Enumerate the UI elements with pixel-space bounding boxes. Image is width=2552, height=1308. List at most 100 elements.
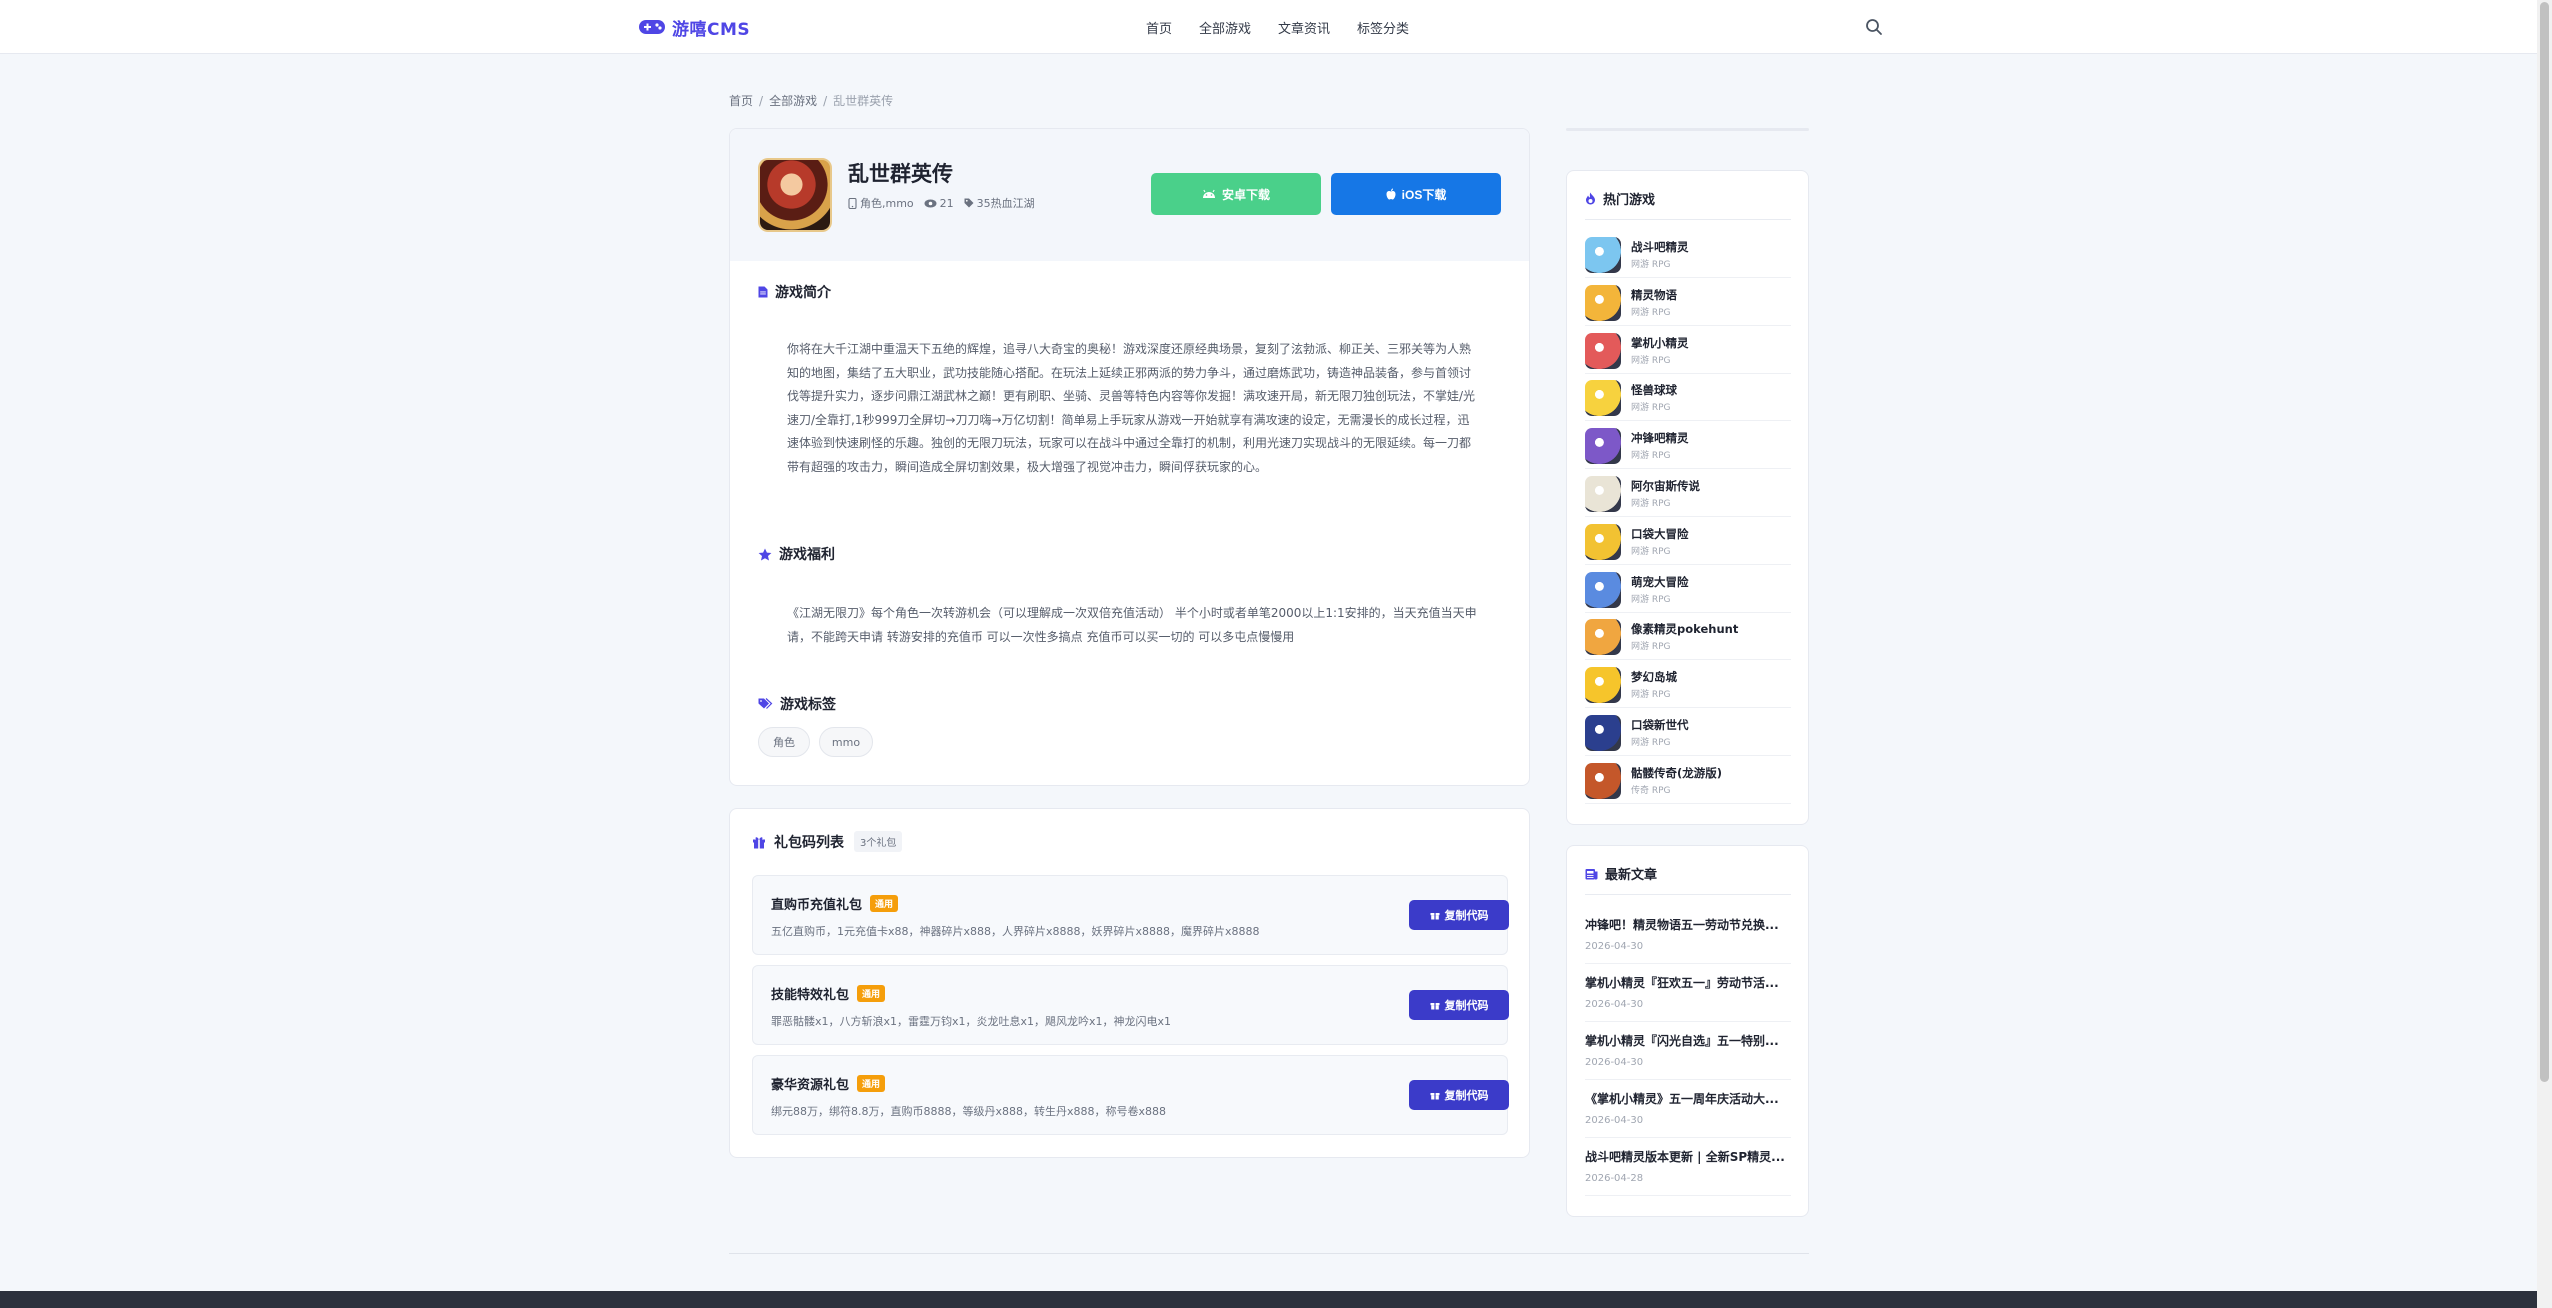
hot-game-name: 战斗吧精灵: [1631, 240, 1689, 254]
gift-name: 技能特效礼包 通用: [771, 984, 886, 1003]
game-thumbnail: [1585, 237, 1621, 273]
search-icon[interactable]: [1864, 17, 1884, 37]
meta-tags-text: 角色,mmo: [860, 197, 914, 210]
hot-game-category: 网游 RPG: [1631, 642, 1671, 653]
game-thumbnail: [1585, 428, 1621, 465]
hot-game-item[interactable]: 怪兽球球 网游 RPG: [1585, 374, 1791, 422]
game-thumbnail: [1585, 762, 1621, 799]
hot-games-card: 热门游戏 战斗吧精灵 网游 RPG 精灵物语 网游 RPG 掌机小精灵 网游 RPG 怪兽球…: [1566, 170, 1809, 825]
copy-code-label: 复制代码: [1444, 1090, 1489, 1102]
hot-game-category: 网游 RPG: [1631, 403, 1671, 414]
article-date: 2026-04-30: [1585, 1057, 1644, 1068]
ios-download-button[interactable]: iOS下载: [1331, 173, 1501, 215]
article-item[interactable]: 冲锋吧！精灵物语五一劳动节兑换... 2026-04-30: [1585, 906, 1791, 964]
hot-game-name: 梦幻岛城: [1631, 670, 1677, 685]
welfare-text: 《江湖无限刀》每个角色一次转游机会（可以理解成一次双倍充值活动） 半个小时或者单…: [787, 606, 1477, 644]
latest-articles-heading: 最新文章: [1585, 864, 1657, 883]
nav-home[interactable]: 首页: [1146, 18, 1172, 37]
game-header: 乱世群英传 角色,mmo 21 35热血江湖 安卓下载 iOS下载: [730, 129, 1529, 261]
game-cover-image: [758, 158, 832, 232]
hot-game-item[interactable]: 冲锋吧精灵 网游 RPG: [1585, 422, 1791, 470]
article-date: 2026-04-28: [1585, 1173, 1644, 1184]
article-date: 2026-04-30: [1585, 1115, 1644, 1126]
document-icon: [758, 286, 768, 298]
tag-icon: [964, 198, 974, 208]
gift-count-badge: 3个礼包: [854, 831, 903, 852]
phone-icon: [848, 197, 857, 209]
title-underline: [1585, 894, 1791, 895]
copy-code-button[interactable]: 复制代码: [1409, 1080, 1509, 1110]
tag-chip[interactable]: 角色: [758, 727, 810, 757]
gift-item: 豪华资源礼包 通用 绑元88万，绑符8.8万，直购币8888，等级丹x888，转…: [752, 1055, 1509, 1135]
article-title: 掌机小精灵『闪光自选』五一特别...: [1585, 1034, 1779, 1048]
tags-title: 游戏标签: [780, 697, 836, 713]
article-title: 冲锋吧！精灵物语五一劳动节兑换...: [1585, 918, 1779, 932]
nav-tags[interactable]: 标签分类: [1357, 18, 1409, 37]
breadcrumb-home[interactable]: 首页: [729, 92, 753, 109]
hot-game-item[interactable]: 萌宠大冒险网游 RPG: [1585, 566, 1791, 613]
meta-category-text: 35热血江湖: [976, 197, 1035, 210]
hot-games-title: 热门游戏: [1603, 193, 1656, 208]
nav-all-games[interactable]: 全部游戏: [1199, 18, 1251, 37]
breadcrumb-all-games[interactable]: 全部游戏: [769, 92, 817, 109]
copy-code-button[interactable]: 复制代码: [1409, 990, 1509, 1020]
site-logo[interactable]: 游嘻CMS: [638, 15, 750, 40]
newspaper-icon: [1585, 868, 1598, 879]
game-thumbnail: [1585, 284, 1621, 321]
gift-item: 直购币充值礼包 通用 五亿直购币，1元充值卡x88，神器碎片x888，人界碎片x…: [752, 875, 1509, 955]
hot-game-name: 冲锋吧精灵: [1631, 431, 1689, 446]
gift-name-text: 技能特效礼包: [771, 988, 850, 1003]
sidebar-divider: [1566, 128, 1809, 131]
hot-game-category: 网游 RPG: [1631, 546, 1671, 557]
article-item[interactable]: 掌机小精灵『闪光自选』五一特别... 2026-04-30: [1585, 1022, 1791, 1080]
hot-game-item[interactable]: 口袋大冒险 网游 RPG: [1585, 518, 1791, 565]
hot-game-name: 萌宠大冒险: [1631, 574, 1689, 589]
intro-text: 你将在大千江湖中重温天下五绝的辉煌，追寻八大奇宝的奥秘！游戏深度还原经典场景，复…: [787, 342, 1476, 474]
eye-icon: [924, 199, 937, 207]
meta-category: 35热血江湖: [964, 195, 1035, 211]
hot-game-item[interactable]: 阿尔宙斯传说 网游 RPG: [1585, 470, 1791, 517]
hot-game-category: 网游 RPG: [1631, 594, 1671, 605]
latest-articles-card: 最新文章 冲锋吧！精灵物语五一劳动节兑换... 2026-04-30 掌机小精灵『狂…: [1566, 845, 1809, 1217]
tag-chip[interactable]: mmo: [819, 727, 873, 757]
gift-badge: 通用: [857, 1075, 886, 1092]
gift-desc: 绑元88万，绑符8.8万，直购币8888，等级丹x888，转生丹x888，称号卷…: [771, 1105, 1166, 1118]
hot-game-item[interactable]: 像素精灵pokehunt 网游 RPG: [1585, 613, 1791, 661]
gift-icon: [1430, 1003, 1439, 1010]
hot-games-heading: 热门游戏: [1585, 189, 1655, 208]
article-item[interactable]: 掌机小精灵『狂欢五一』劳动节活... 2026-04-30: [1585, 964, 1791, 1022]
gift-icon: [1430, 1093, 1439, 1100]
hot-game-category: 网游 RPG: [1631, 260, 1671, 270]
scrollbar-thumb[interactable]: [2540, 2, 2549, 1082]
article-item[interactable]: 《掌机小精灵》五一周年庆活动大... 2026-04-30: [1585, 1080, 1791, 1138]
breadcrumb-separator: /: [823, 93, 828, 108]
hot-game-item[interactable]: 骷髅传奇(龙游版) 传奇 RPG: [1585, 757, 1791, 804]
gift-name: 豪华资源礼包 通用: [771, 1074, 886, 1093]
gift-name-text: 豪华资源礼包: [771, 1078, 850, 1093]
hot-game-name: 像素精灵pokehunt: [1631, 622, 1739, 637]
hot-game-item[interactable]: 口袋新世代 网游 RPG: [1585, 709, 1791, 756]
game-meta: 角色,mmo 21 35热血江湖: [848, 195, 1045, 211]
gift-codes-card: 礼包码列表 3个礼包 直购币充值礼包 通用 五亿直购币，1元充值卡x88，神器碎…: [729, 808, 1530, 1158]
article-date: 2026-04-30: [1585, 999, 1644, 1010]
intro-heading: 游戏简介: [758, 282, 831, 302]
ios-download-label: iOS下载: [1401, 187, 1447, 202]
gift-icon: [753, 836, 765, 848]
gift-desc: 罪恶骷髅x1，八方斩浪x1，雷霆万钧x1，炎龙吐息x1，飓风龙吟x1，神龙闪电x…: [771, 1015, 1172, 1028]
article-title: 战斗吧精灵版本更新 | 全新SP精灵...: [1585, 1150, 1785, 1164]
hot-game-item[interactable]: 精灵物语 网游 RPG: [1585, 279, 1791, 326]
gift-icon: [1430, 913, 1439, 920]
gift-name: 直购币充值礼包 通用: [771, 894, 899, 913]
hot-game-item[interactable]: 战斗吧精灵网游 RPG: [1585, 231, 1791, 278]
hot-game-category: 网游 RPG: [1631, 307, 1671, 318]
fire-icon: [1586, 192, 1595, 205]
android-download-button[interactable]: 安卓下载: [1151, 173, 1321, 215]
hot-game-item[interactable]: 掌机小精灵 网游 RPG: [1585, 327, 1791, 374]
nav-articles[interactable]: 文章资讯: [1278, 18, 1330, 37]
game-thumbnail: [1585, 619, 1621, 656]
article-item[interactable]: 战斗吧精灵版本更新 | 全新SP精灵... 2026-04-28: [1585, 1138, 1791, 1196]
game-thumbnail: [1585, 667, 1621, 704]
copy-code-button[interactable]: 复制代码: [1409, 900, 1509, 930]
article-date: 2026-04-30: [1585, 941, 1644, 952]
hot-game-item[interactable]: 梦幻岛城 网游 RPG: [1585, 661, 1791, 709]
